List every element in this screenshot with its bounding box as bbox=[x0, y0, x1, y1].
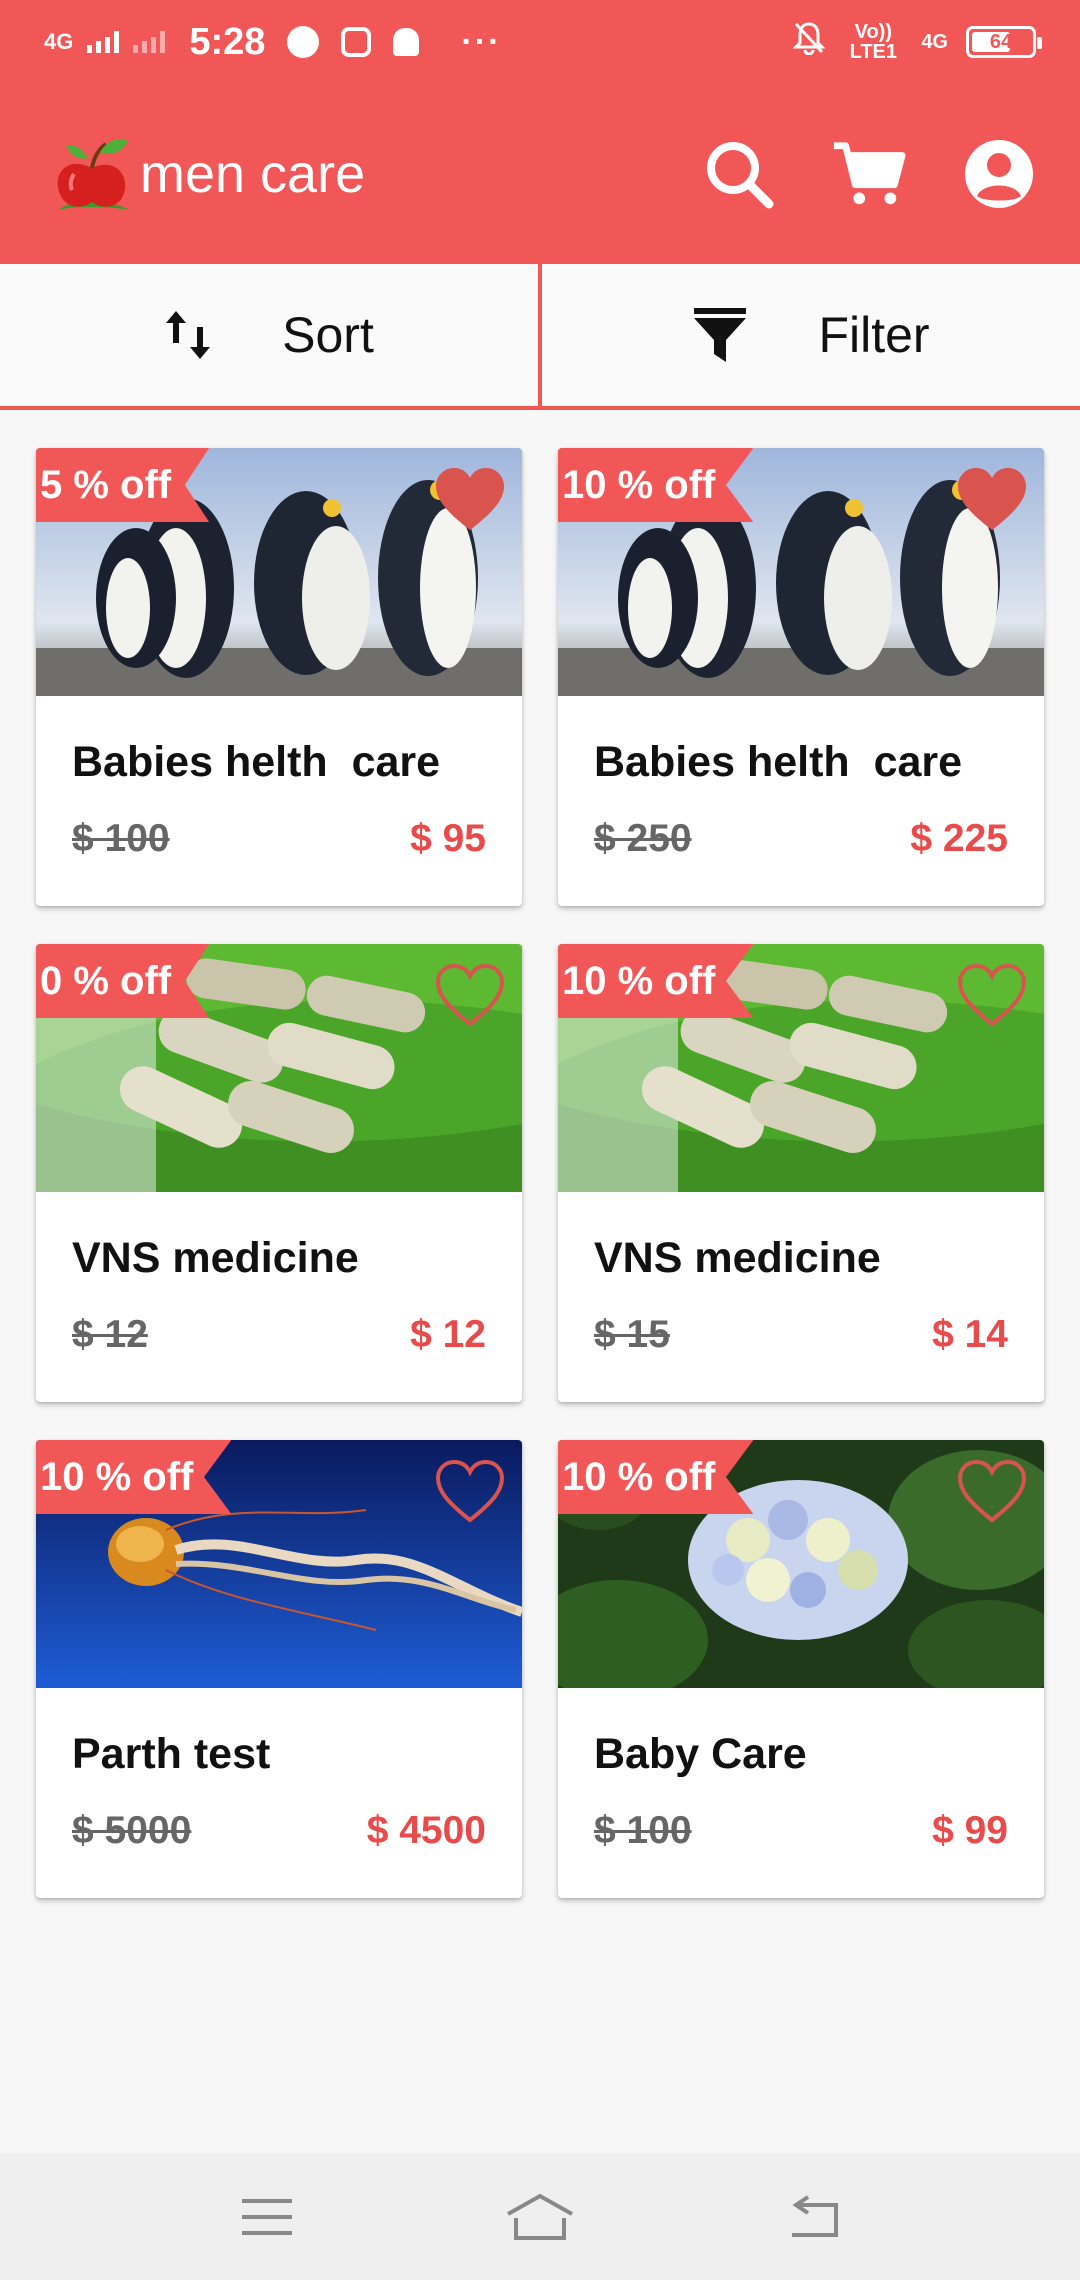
account-button[interactable] bbox=[962, 137, 1036, 211]
status-bar: 4G 5:28 ··· Vo)) LTE1 4G 64 bbox=[0, 0, 1080, 84]
discount-badge: 10 % off bbox=[36, 1440, 232, 1514]
sale-price: $ 225 bbox=[910, 817, 1008, 860]
heart-filled-icon[interactable] bbox=[434, 466, 506, 532]
volte-indicator: Vo)) LTE1 bbox=[849, 21, 898, 63]
instagram-icon bbox=[341, 27, 372, 57]
speed-icon bbox=[287, 26, 320, 58]
sort-filter-bar: Sort Filter bbox=[0, 264, 1080, 410]
system-nav-bar bbox=[0, 2153, 1080, 2280]
heart-filled-icon[interactable] bbox=[956, 466, 1028, 532]
discount-badge: 10 % off bbox=[558, 944, 754, 1018]
cart-icon bbox=[833, 142, 906, 205]
more-notifications-icon: ··· bbox=[461, 22, 502, 61]
app-title: men care bbox=[140, 144, 366, 204]
product-card[interactable]: 10 % off Babies helth care $ 250 $ 225 bbox=[558, 448, 1044, 906]
product-image-jellyfish: 10 % off bbox=[36, 1440, 522, 1688]
account-icon bbox=[965, 140, 1033, 208]
product-title: VNS medicine bbox=[72, 1234, 359, 1282]
product-card[interactable]: 5 % off Babies helth care $ 100 $ 95 bbox=[36, 448, 522, 906]
product-card[interactable]: 0 % off VNS medicine $ 12 $ 12 bbox=[36, 944, 522, 1402]
heart-outline-icon[interactable] bbox=[956, 1458, 1028, 1524]
heart-outline-icon[interactable] bbox=[434, 962, 506, 1028]
product-title: Babies helth care bbox=[72, 738, 441, 786]
original-price: $ 5000 bbox=[72, 1809, 192, 1852]
discount-badge: 10 % off bbox=[558, 1440, 754, 1514]
heart-outline-icon[interactable] bbox=[434, 1458, 506, 1524]
product-title: VNS medicine bbox=[594, 1234, 881, 1282]
product-image-hydrangea: 10 % off bbox=[558, 1440, 1044, 1688]
network-type: 4G bbox=[44, 29, 74, 54]
filter-button[interactable]: Filter bbox=[538, 264, 1080, 406]
sort-icon bbox=[166, 311, 211, 359]
sale-price: $ 4500 bbox=[366, 1809, 486, 1852]
product-title: Parth test bbox=[72, 1730, 271, 1778]
sale-price: $ 99 bbox=[932, 1809, 1008, 1852]
snapchat-icon bbox=[393, 28, 420, 56]
original-price: $ 100 bbox=[72, 817, 170, 860]
battery-level: 64 bbox=[989, 30, 1013, 53]
signal-strength-icon bbox=[87, 31, 120, 53]
sort-label: Sort bbox=[282, 307, 374, 363]
app-bar: men care bbox=[0, 84, 1080, 264]
menu-icon bbox=[241, 2198, 292, 2235]
product-image-penguins: 5 % off bbox=[36, 448, 522, 696]
back-icon bbox=[792, 2194, 839, 2237]
product-grid: 5 % off Babies helth care $ 100 $ 95 10 … bbox=[36, 448, 1044, 1898]
product-image-capsules: 10 % off bbox=[558, 944, 1044, 1192]
product-title: Baby Care bbox=[594, 1730, 807, 1778]
search-icon bbox=[707, 142, 774, 209]
heart-outline-icon[interactable] bbox=[956, 962, 1028, 1028]
filter-icon bbox=[694, 308, 747, 362]
original-price: $ 12 bbox=[72, 1313, 148, 1356]
product-card[interactable]: 10 % off VNS medicine $ 15 $ 14 bbox=[558, 944, 1044, 1402]
mute-icon bbox=[792, 21, 826, 63]
discount-badge: 0 % off bbox=[36, 944, 210, 1018]
product-card[interactable]: 10 % off Parth test $ 5000 $ 4500 bbox=[36, 1440, 522, 1898]
product-image-penguins: 10 % off bbox=[558, 448, 1044, 696]
sale-price: $ 95 bbox=[410, 817, 486, 860]
status-time: 5:28 bbox=[189, 20, 266, 63]
original-price: $ 100 bbox=[594, 1809, 692, 1852]
sale-price: $ 14 bbox=[932, 1313, 1008, 1356]
filter-label: Filter bbox=[818, 307, 930, 363]
sort-button[interactable]: Sort bbox=[0, 264, 538, 406]
network-type-2: 4G bbox=[921, 30, 948, 53]
home-icon bbox=[507, 2193, 573, 2240]
home-button[interactable] bbox=[500, 2187, 580, 2247]
search-button[interactable] bbox=[702, 137, 776, 211]
discount-badge: 10 % off bbox=[558, 448, 754, 522]
product-card[interactable]: 10 % off Baby Care $ 100 $ 99 bbox=[558, 1440, 1044, 1898]
original-price: $ 15 bbox=[594, 1313, 670, 1356]
sale-price: $ 12 bbox=[410, 1313, 486, 1356]
menu-button[interactable] bbox=[227, 2187, 307, 2247]
signal-strength-2-icon bbox=[133, 31, 166, 53]
battery-icon: 64 bbox=[966, 26, 1042, 58]
product-image-capsules: 0 % off bbox=[36, 944, 522, 1192]
product-title: Babies helth care bbox=[594, 738, 963, 786]
cart-button[interactable] bbox=[832, 137, 906, 211]
back-button[interactable] bbox=[773, 2187, 853, 2247]
original-price: $ 250 bbox=[594, 817, 692, 860]
app-logo bbox=[44, 128, 136, 220]
discount-badge: 5 % off bbox=[36, 448, 210, 522]
